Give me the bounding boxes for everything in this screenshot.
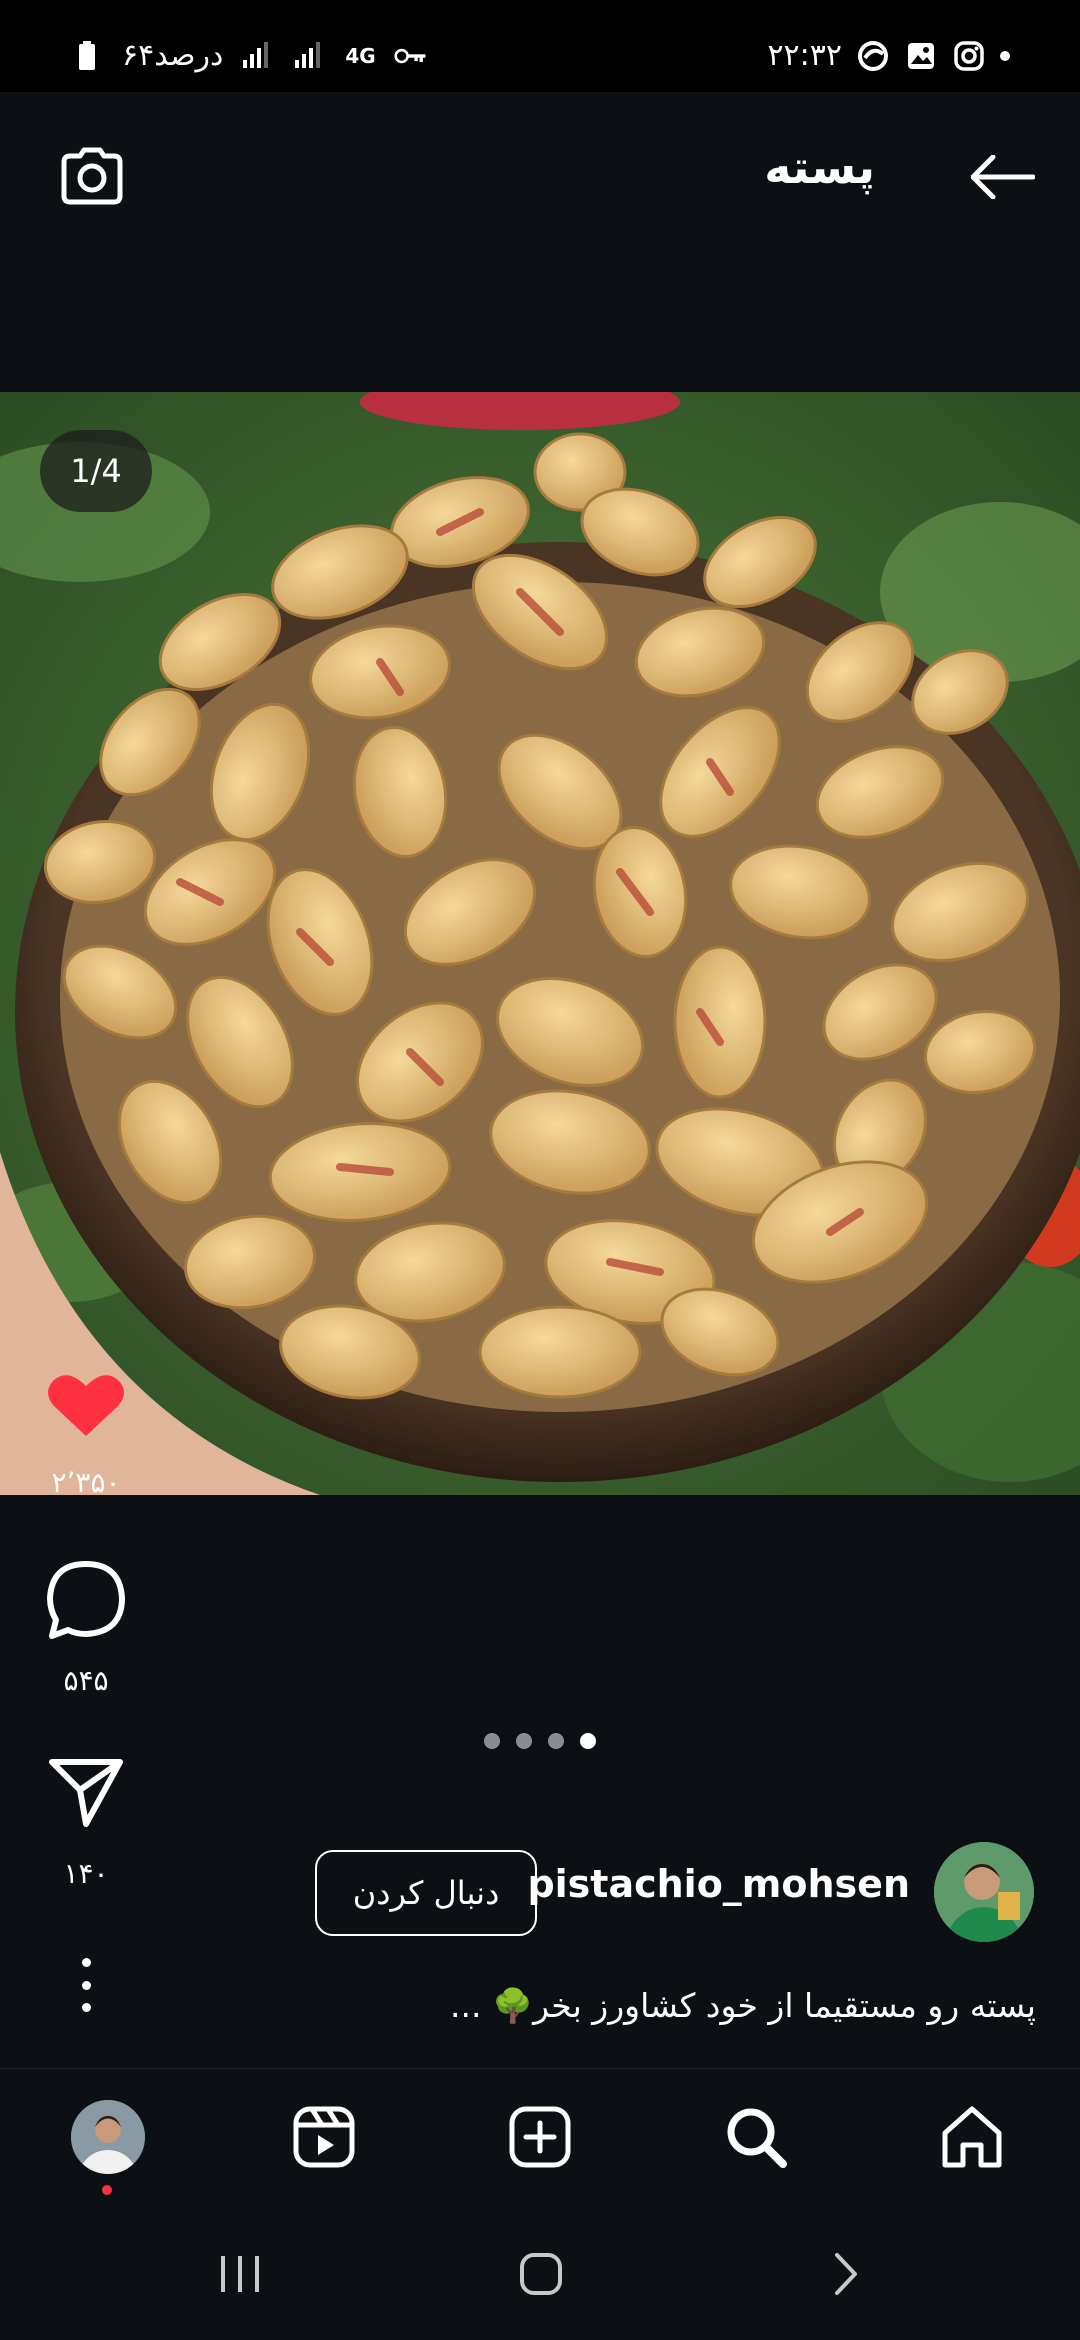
recent-apps-icon[interactable] (205, 2244, 275, 2304)
page-title: پسته (764, 140, 875, 194)
bottom-nav (0, 2068, 1080, 2205)
carousel-dot (548, 1733, 564, 1749)
post-caption[interactable]: پسته رو مستقیما از خود کشاورز بخر🌳 ... (450, 1986, 1036, 2026)
send-icon[interactable] (46, 1752, 126, 1832)
pistachio-bowl-image (0, 392, 1080, 1495)
status-left: ۲۲:۳۲ (767, 38, 1010, 73)
clock: ۲۲:۳۲ (767, 38, 842, 73)
comment-icon[interactable] (44, 1558, 128, 1642)
create-icon[interactable] (500, 2097, 580, 2177)
carousel-dot-active (580, 1733, 596, 1749)
media-page-counter: 1/4 (40, 430, 152, 512)
edge-browser-icon (856, 39, 890, 73)
nav-profile[interactable] (68, 2097, 148, 2195)
camera-icon[interactable] (56, 140, 128, 212)
network-type: 4G (345, 43, 376, 68)
reels-icon[interactable] (284, 2097, 364, 2177)
share-count[interactable]: ۱۴۰ (40, 1857, 132, 1890)
more-options-icon[interactable] (60, 1958, 112, 2012)
gallery-icon (904, 39, 938, 73)
notification-dot (102, 2185, 112, 2195)
signal-icon (293, 39, 327, 73)
profile-avatar (69, 2098, 147, 2176)
carousel-dot (516, 1733, 532, 1749)
notification-dot (1000, 50, 1010, 61)
system-navigation-bar (0, 2204, 1080, 2340)
follow-button[interactable]: دنبال کردن (315, 1850, 537, 1936)
search-icon[interactable] (716, 2097, 796, 2177)
key-icon (394, 39, 428, 73)
home-system-icon[interactable] (506, 2244, 576, 2304)
post-image[interactable] (0, 392, 1080, 1495)
signal-icon (241, 39, 275, 73)
arrow-left-icon[interactable] (968, 142, 1038, 212)
username[interactable]: pistachio_mohsen (527, 1862, 910, 1906)
back-system-icon[interactable] (810, 2244, 880, 2304)
status-right: ۶۴درصد 4G (70, 38, 428, 73)
like-count[interactable]: ۲٬۳۵۰ (40, 1466, 132, 1499)
carousel-indicator (484, 1733, 596, 1749)
app-screen: ۶۴درصد 4G ۲۲:۳۲ پسته 1/4 ۲٬۳۵۰ ۵۴۵ ۱۴۰ p… (0, 0, 1080, 2340)
header: پسته (0, 92, 1080, 252)
home-icon[interactable] (932, 2097, 1012, 2177)
avatar[interactable] (934, 1842, 1034, 1942)
instagram-icon (952, 39, 986, 73)
carousel-dot (484, 1733, 500, 1749)
status-bar: ۶۴درصد 4G ۲۲:۳۲ (0, 0, 1080, 92)
battery-icon (70, 39, 104, 73)
battery-text: ۶۴درصد (122, 38, 224, 73)
comment-count[interactable]: ۵۴۵ (40, 1664, 132, 1697)
heart-icon[interactable] (46, 1370, 126, 1440)
